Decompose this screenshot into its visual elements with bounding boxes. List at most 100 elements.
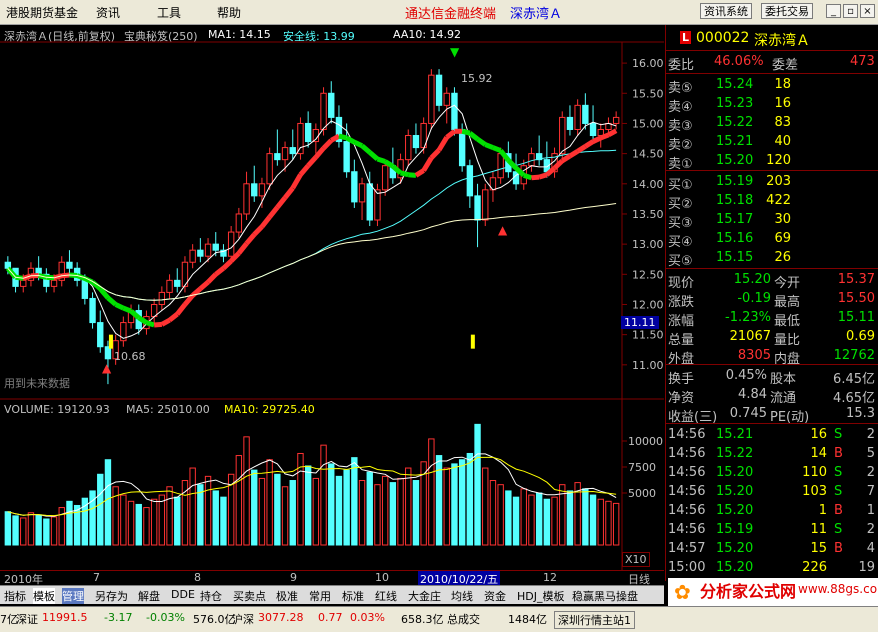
- tab-10[interactable]: 标准: [342, 588, 364, 604]
- tab-3[interactable]: 另存为: [95, 588, 128, 604]
- stat-label: 最高: [774, 291, 800, 310]
- volume-bar: [74, 505, 79, 545]
- tick-count: 19: [858, 560, 875, 575]
- volume-bar: [336, 476, 341, 545]
- minimize-icon[interactable]: _: [826, 4, 841, 18]
- sz-index-value: 11991.5: [42, 611, 88, 624]
- restore-icon[interactable]: ▫: [843, 4, 858, 18]
- tab-7[interactable]: 买卖点: [233, 588, 266, 604]
- bid-diff-label: 委差: [772, 54, 798, 73]
- bid-price: 15.15: [716, 250, 753, 265]
- quote-row: 卖①15.20120: [666, 152, 878, 171]
- tick-volume: 110: [802, 465, 827, 480]
- volume-bar: [290, 481, 295, 545]
- tab-0[interactable]: 指标: [4, 588, 26, 604]
- kline-chart[interactable]: 11.0011.5012.0012.5013.0013.5014.0014.50…: [0, 25, 664, 570]
- bid-level-label: 买①: [668, 174, 693, 193]
- price-tick-label: 14.00: [632, 178, 664, 191]
- volume-bar: [552, 497, 557, 545]
- trade-button[interactable]: 委托交易: [761, 3, 813, 19]
- candle-body: [51, 280, 56, 286]
- aa10-segment: [578, 146, 586, 151]
- tab-13[interactable]: 均线: [451, 588, 473, 604]
- aa10-segment: [562, 156, 570, 161]
- tab-11[interactable]: 红线: [375, 588, 397, 604]
- bid-ratio-value: 46.06%: [714, 54, 764, 69]
- tick-side: S: [834, 427, 842, 442]
- aa10-segment: [100, 289, 108, 298]
- stat-value: 12762: [834, 348, 875, 363]
- tick-time: 14:56: [668, 446, 705, 461]
- volume-bar: [313, 478, 318, 545]
- aa10-segment: [593, 138, 601, 142]
- chart-area[interactable]: 11.0011.5012.0012.5013.0013.5014.0014.50…: [0, 25, 664, 570]
- candle-body: [198, 250, 203, 256]
- tick-time: 14:56: [668, 465, 705, 480]
- stock-period-label: 深赤湾Ａ(日线,前复权): [4, 28, 115, 44]
- candle-body: [436, 75, 441, 105]
- candle-body: [282, 148, 287, 160]
- candle-body: [367, 184, 372, 220]
- menu-tools[interactable]: 工具: [157, 4, 181, 21]
- candle-body: [298, 123, 303, 153]
- bid-price: 15.16: [716, 231, 753, 246]
- tab-12[interactable]: 大金庄: [408, 588, 441, 604]
- menu-help[interactable]: 帮助: [217, 4, 241, 21]
- bid-price: 15.17: [716, 212, 753, 227]
- candle-body: [82, 280, 87, 298]
- tick-count: 2: [867, 522, 875, 537]
- tick-price: 15.21: [716, 427, 753, 442]
- candle-body: [252, 184, 257, 196]
- tab-5[interactable]: DDE: [171, 588, 195, 601]
- volume-tick-label: 7500: [628, 461, 656, 474]
- aa10-segment: [478, 139, 486, 144]
- bid-level-label: 买②: [668, 193, 693, 212]
- sh-amount: 658.3亿: [401, 611, 444, 627]
- menu-hk-futures[interactable]: 港股期货基金: [6, 4, 78, 21]
- tick-count: 4: [867, 541, 875, 556]
- ask-level-label: 卖③: [668, 115, 693, 134]
- aa10-segment: [223, 261, 231, 268]
- volume-bar: [436, 456, 441, 545]
- volume-bar: [321, 445, 326, 545]
- cursor-price-label: 11.11: [621, 316, 659, 329]
- stat-value: 4.65亿: [833, 387, 875, 406]
- tab-4[interactable]: 解盘: [138, 588, 160, 604]
- tab-15[interactable]: HDJ_模板: [517, 588, 565, 604]
- app-title: 通达信金融终端: [405, 3, 496, 22]
- candle-body: [267, 154, 272, 184]
- tab-2[interactable]: 管理: [62, 588, 84, 604]
- quote-row: 买①15.19203: [666, 173, 878, 192]
- aa10-segment: [470, 133, 478, 139]
- volume-bar: [105, 460, 110, 545]
- sh-index-value: 3077.28: [258, 611, 304, 624]
- stat-label: 净资: [668, 387, 694, 406]
- tab-14[interactable]: 资金: [484, 588, 506, 604]
- news-system-button[interactable]: 资讯系统: [700, 3, 752, 19]
- tab-6[interactable]: 持仓: [200, 588, 222, 604]
- bid-level-label: 买⑤: [668, 250, 693, 269]
- quote-row: 净资4.84流通4.65亿: [666, 386, 878, 405]
- aa10-segment: [300, 166, 308, 175]
- down-arrow-icon: ▼: [450, 45, 459, 59]
- tab-8[interactable]: 极准: [276, 588, 298, 604]
- close-icon[interactable]: ×: [860, 4, 875, 18]
- aa10-segment: [424, 158, 432, 171]
- volume-bar: [98, 474, 103, 545]
- sh-index-pct: 0.03%: [350, 611, 385, 624]
- tick-volume: 11: [810, 522, 827, 537]
- volume-bar: [236, 456, 241, 545]
- aa10-segment: [177, 304, 185, 314]
- long-ma-line: [8, 204, 616, 301]
- tab-16[interactable]: 稳赢黑马操盘: [572, 588, 638, 604]
- date-label: 8: [194, 571, 201, 584]
- server-status[interactable]: 深圳行情主站1: [554, 611, 635, 629]
- price-tick-label: 14.50: [632, 148, 664, 161]
- volume-bars: [5, 424, 619, 545]
- volume-bar: [452, 464, 457, 545]
- menu-info[interactable]: 资讯: [96, 4, 120, 21]
- tab-1[interactable]: 模板: [33, 588, 55, 604]
- ask-price: 15.23: [716, 96, 753, 111]
- candle-body: [406, 136, 411, 160]
- tab-9[interactable]: 常用: [309, 588, 331, 604]
